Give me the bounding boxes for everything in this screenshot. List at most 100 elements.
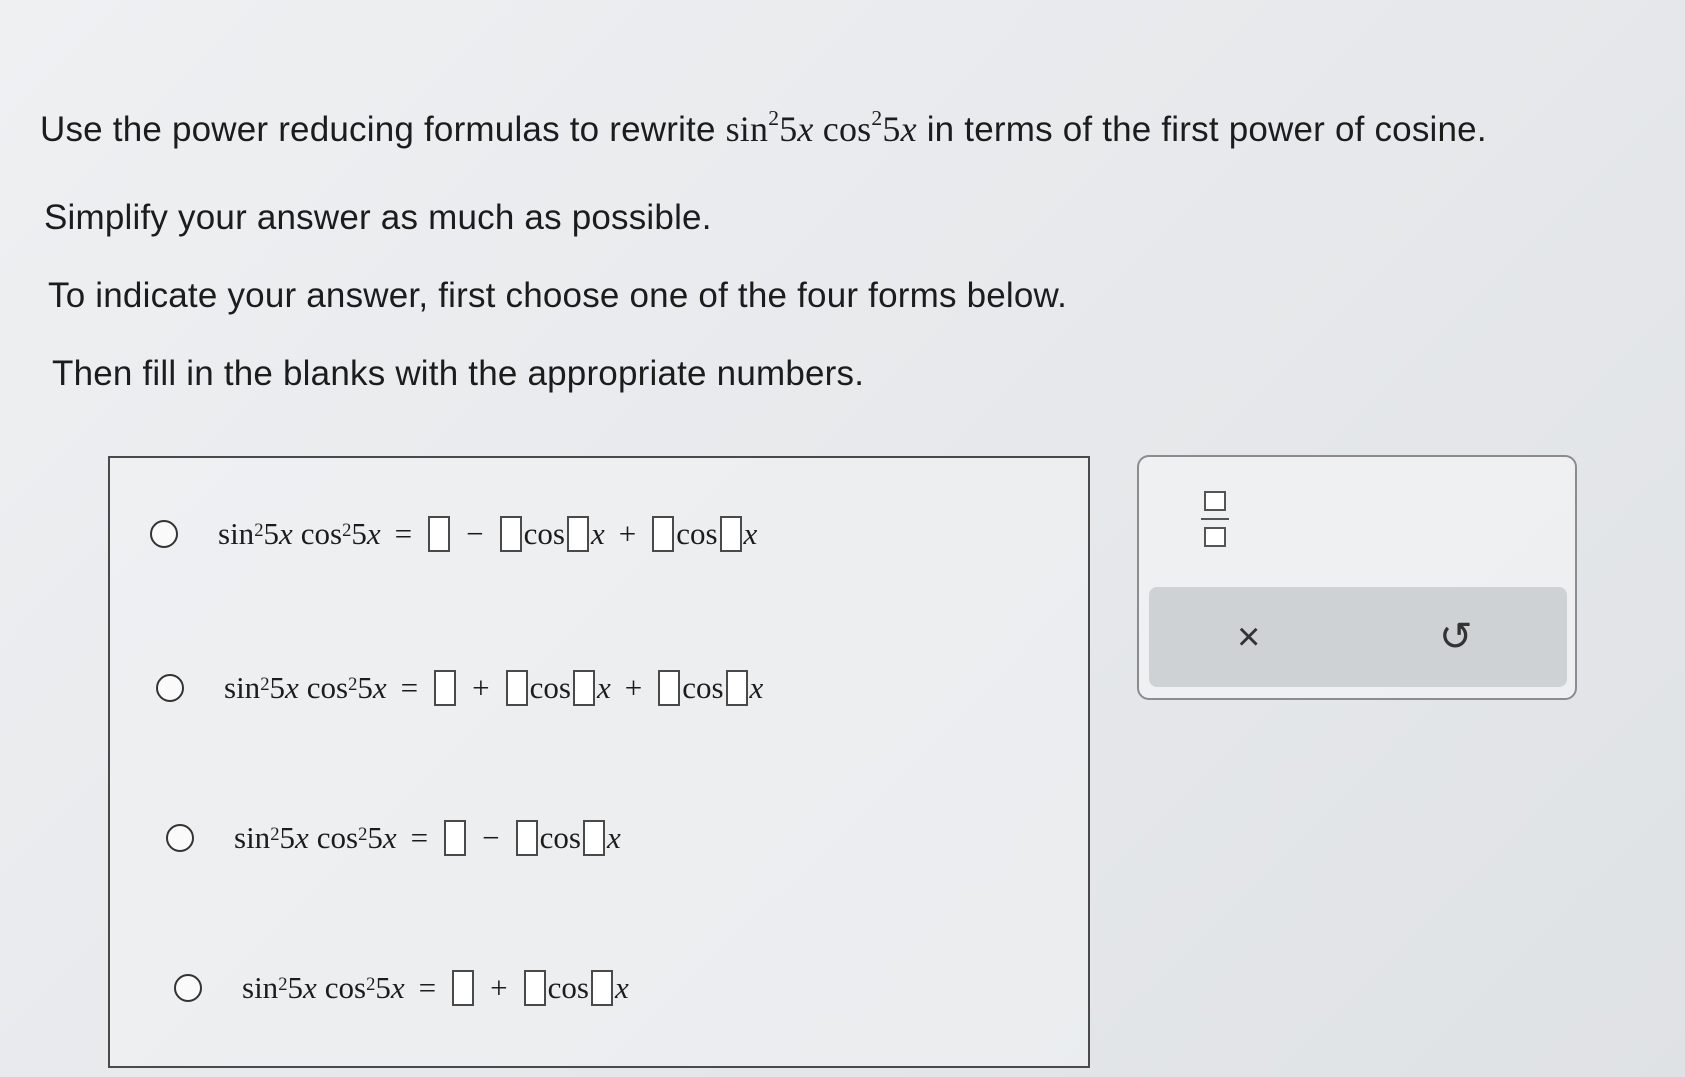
answer-forms-panel: sin 2 5 x cos 2 5 x = − cos x + cos x sin 2 5 x cos…	[108, 456, 1090, 1068]
blank-constant[interactable]	[428, 516, 451, 552]
coefficient: 5	[351, 516, 367, 551]
blank-frequency[interactable]	[582, 820, 605, 856]
answer-option-4[interactable]: sin 2 5 x cos 2 5 x = + cos x	[174, 970, 629, 1006]
fn-sin: sin	[234, 820, 271, 855]
fn-cos: cos	[529, 670, 571, 705]
blank-coefficient[interactable]	[515, 820, 538, 856]
blank-coefficient-1[interactable]	[505, 670, 528, 706]
option-2-radio[interactable]	[156, 674, 184, 702]
variable: x	[614, 970, 629, 1005]
variable: x	[797, 109, 814, 149]
exponent: 2	[358, 824, 368, 846]
exponent: 2	[260, 674, 270, 696]
coefficient: 5	[375, 970, 391, 1005]
fn-cos: cos	[682, 670, 724, 705]
plus-sign: +	[490, 970, 508, 1005]
option-1-radio[interactable]	[150, 520, 178, 548]
fn-cos: cos	[306, 670, 349, 705]
clear-icon[interactable]: ×	[1237, 609, 1260, 665]
fn-cos: cos	[316, 820, 359, 855]
variable: x	[278, 516, 293, 551]
fn-cos: cos	[523, 516, 565, 551]
coefficient: 5	[263, 516, 279, 551]
fn-sin: sin	[218, 516, 255, 551]
exponent: 2	[871, 105, 883, 130]
variable: x	[390, 970, 405, 1005]
answer-option-1[interactable]: sin 2 5 x cos 2 5 x = − cos x + cos x	[150, 516, 757, 552]
blank-constant[interactable]	[452, 970, 475, 1006]
exponent: 2	[278, 974, 288, 996]
blank-constant[interactable]	[434, 670, 457, 706]
option-3-radio[interactable]	[166, 824, 194, 852]
coefficient: 5	[367, 820, 383, 855]
blank-frequency-1[interactable]	[566, 516, 589, 552]
fraction-template-button[interactable]	[1201, 491, 1229, 547]
undo-icon[interactable]: ↺	[1439, 609, 1473, 665]
variable: x	[749, 670, 764, 705]
question-text-end: in terms of the first power of cosine.	[916, 110, 1487, 149]
fn-cos: cos	[300, 516, 343, 551]
coefficient: 5	[882, 109, 901, 149]
variable: x	[743, 516, 758, 551]
option-4-radio[interactable]	[174, 974, 202, 1002]
coefficient: 5	[779, 109, 798, 149]
option-4-expression: sin 2 5 x cos 2 5 x = + cos x	[242, 970, 629, 1006]
fn-sin: sin	[224, 670, 261, 705]
fraction-denominator-icon	[1204, 527, 1226, 547]
blank-coefficient-2[interactable]	[652, 516, 675, 552]
answer-option-3[interactable]: sin 2 5 x cos 2 5 x = − cos x	[166, 820, 621, 856]
question-line-4: Then fill in the blanks with the appropr…	[52, 354, 865, 393]
variable: x	[284, 670, 299, 705]
blank-frequency[interactable]	[590, 970, 613, 1006]
exponent: 2	[270, 824, 280, 846]
variable: x	[366, 516, 381, 551]
fn-cos: cos	[676, 516, 718, 551]
question-text-start: Use the power reducing formulas to rewri…	[40, 110, 726, 149]
fn-sin: sin	[725, 109, 769, 149]
blank-constant[interactable]	[444, 820, 467, 856]
coefficient: 5	[287, 970, 303, 1005]
answer-option-2[interactable]: sin 2 5 x cos 2 5 x = + cos x + cos x	[156, 670, 763, 706]
exponent: 2	[342, 520, 352, 542]
variable: x	[382, 820, 397, 855]
equals-sign: =	[400, 670, 419, 705]
coefficient: 5	[269, 670, 285, 705]
variable: x	[294, 820, 309, 855]
equals-sign: =	[394, 516, 413, 551]
fn-cos: cos	[822, 109, 872, 149]
variable: x	[596, 670, 611, 705]
fn-sin: sin	[242, 970, 279, 1005]
action-bar: × ↺	[1149, 587, 1567, 687]
blank-coefficient[interactable]	[523, 970, 546, 1006]
blank-frequency-1[interactable]	[572, 670, 595, 706]
plus-sign: +	[618, 516, 637, 551]
plus-sign: +	[624, 670, 643, 705]
blank-frequency-2[interactable]	[719, 516, 742, 552]
variable: x	[606, 820, 621, 855]
minus-sign: −	[482, 820, 500, 855]
option-2-expression: sin 2 5 x cos 2 5 x = + cos x + cos x	[224, 670, 763, 706]
equals-sign: =	[418, 970, 437, 1005]
math-tools-panel: × ↺	[1137, 455, 1577, 700]
exponent: 2	[366, 974, 376, 996]
coefficient: 5	[357, 670, 373, 705]
minus-sign: −	[466, 516, 484, 551]
exponent: 2	[768, 105, 780, 130]
fn-cos: cos	[539, 820, 581, 855]
equals-sign: =	[410, 820, 429, 855]
fn-cos: cos	[324, 970, 367, 1005]
blank-coefficient-1[interactable]	[499, 516, 522, 552]
plus-sign: +	[472, 670, 490, 705]
question-line-1: Use the power reducing formulas to rewri…	[40, 105, 1487, 150]
variable: x	[590, 516, 605, 551]
blank-coefficient-2[interactable]	[658, 670, 681, 706]
option-3-expression: sin 2 5 x cos 2 5 x = − cos x	[234, 820, 621, 856]
fn-cos: cos	[547, 970, 589, 1005]
blank-frequency-2[interactable]	[725, 670, 748, 706]
variable: x	[900, 109, 917, 149]
exponent: 2	[254, 520, 264, 542]
variable: x	[302, 970, 317, 1005]
question-line-2: Simplify your answer as much as possible…	[44, 198, 712, 237]
option-1-expression: sin 2 5 x cos 2 5 x = − cos x + cos x	[218, 516, 757, 552]
question-expression: sin25x cos25x	[725, 105, 917, 149]
